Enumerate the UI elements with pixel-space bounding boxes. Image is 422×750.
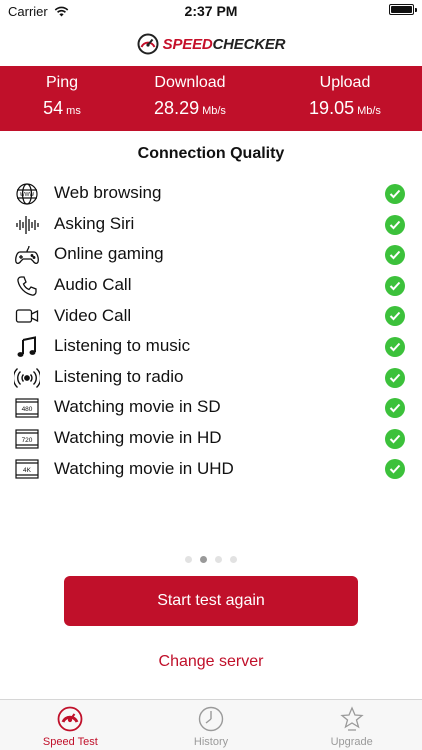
film-480-icon: 480 — [14, 396, 40, 420]
ping-value: 54 — [43, 98, 64, 118]
tab-label: History — [193, 736, 229, 748]
quality-label: Watching movie in SD — [54, 397, 221, 417]
app-logo: SPEEDCHECKER — [0, 28, 422, 60]
download-stat: Download 28.29 Mb/s — [130, 74, 250, 119]
quality-label: Watching movie in UHD — [54, 458, 234, 478]
status-right — [389, 4, 417, 15]
logo-wordmark: SPEEDCHECKER — [162, 35, 286, 53]
soundwave-icon — [14, 213, 40, 237]
status-bar: Carrier 2:37 PM — [0, 0, 422, 22]
gamepad-icon — [14, 243, 40, 267]
quality-label: Online gaming — [54, 244, 164, 264]
ping-value-row: 54 ms — [22, 98, 102, 119]
tab-history[interactable]: History — [141, 700, 282, 750]
tab-upgrade[interactable]: Upgrade — [281, 700, 422, 750]
list-item: Asking Siri — [0, 209, 422, 240]
quality-list: WWW Web browsing Asking Siri Online gami… — [0, 178, 422, 484]
quality-label: Listening to radio — [54, 366, 184, 386]
film-badge: 4K — [23, 467, 32, 474]
page-dot[interactable] — [185, 556, 192, 563]
upload-unit: Mb/s — [357, 105, 381, 117]
checkmark-icon — [385, 306, 405, 327]
tab-label: Speed Test — [42, 736, 98, 748]
start-test-again-button[interactable]: Start test again — [64, 576, 358, 626]
list-item: Online gaming — [0, 239, 422, 270]
list-item: Audio Call — [0, 270, 422, 301]
checkmark-icon — [385, 245, 405, 266]
list-item: Listening to music — [0, 331, 422, 362]
change-server-link[interactable]: Change server — [0, 653, 422, 671]
quality-label: Listening to music — [54, 336, 191, 356]
svg-text:WWW: WWW — [20, 192, 34, 198]
page-dot[interactable] — [230, 556, 237, 563]
download-label: Download — [154, 74, 226, 91]
quality-label: Audio Call — [54, 275, 132, 295]
page-dot-active[interactable] — [200, 556, 207, 563]
film-4k-icon: 4K — [14, 457, 40, 481]
checkmark-icon — [385, 398, 405, 419]
radio-signal-icon — [14, 366, 40, 390]
globe-icon: WWW — [14, 182, 40, 206]
speedometer-logo-icon — [137, 33, 159, 55]
battery-icon — [389, 4, 417, 15]
checkmark-icon — [385, 459, 405, 480]
checkmark-icon — [385, 367, 405, 388]
download-value: 28.29 — [154, 98, 200, 118]
upload-value-row: 19.05 Mb/s — [290, 98, 400, 119]
tab-bar: Speed Test History Upgrade — [0, 699, 422, 750]
quality-label: Watching movie in HD — [54, 428, 222, 448]
video-camera-icon — [14, 304, 40, 328]
page-dot[interactable] — [215, 556, 222, 563]
upload-value: 19.05 — [309, 98, 355, 118]
results-banner: Ping 54 ms Download 28.29 Mb/s Upload 19.0… — [0, 66, 422, 131]
download-value-row: 28.29 Mb/s — [130, 98, 250, 119]
film-badge: 480 — [22, 406, 33, 413]
ping-stat: Ping 54 ms — [22, 74, 102, 119]
list-item: 4K Watching movie in UHD — [0, 453, 422, 484]
film-720-icon: 720 — [14, 427, 40, 451]
quality-label: Asking Siri — [54, 213, 135, 233]
page-indicator[interactable] — [0, 556, 422, 563]
checkmark-icon — [385, 214, 405, 235]
list-item: WWW Web browsing — [0, 178, 422, 209]
checkmark-icon — [385, 275, 405, 296]
music-note-icon — [14, 335, 40, 359]
upload-stat: Upload 19.05 Mb/s — [290, 74, 400, 119]
tab-label: Upgrade — [330, 736, 373, 748]
upload-label: Upload — [319, 74, 371, 91]
star-icon — [339, 706, 364, 731]
film-badge: 720 — [22, 437, 33, 444]
list-item: Video Call — [0, 300, 422, 331]
ping-unit: ms — [66, 105, 81, 117]
connection-quality-title: Connection Quality — [137, 145, 285, 162]
checkmark-icon — [385, 428, 405, 449]
ping-label: Ping — [45, 74, 79, 91]
quality-label: Web browsing — [54, 183, 162, 203]
phone-icon — [14, 274, 40, 298]
download-unit: Mb/s — [202, 105, 226, 117]
status-time: 2:37 PM — [184, 3, 238, 19]
speedometer-icon — [57, 706, 83, 732]
checkmark-icon — [385, 184, 405, 204]
list-item: Listening to radio — [0, 362, 422, 393]
clock-icon — [198, 706, 224, 732]
list-item: 720 Watching movie in HD — [0, 423, 422, 454]
list-item: 480 Watching movie in SD — [0, 392, 422, 423]
tab-speed-test[interactable]: Speed Test — [0, 700, 141, 750]
checkmark-icon — [385, 336, 405, 357]
quality-label: Video Call — [54, 305, 132, 325]
